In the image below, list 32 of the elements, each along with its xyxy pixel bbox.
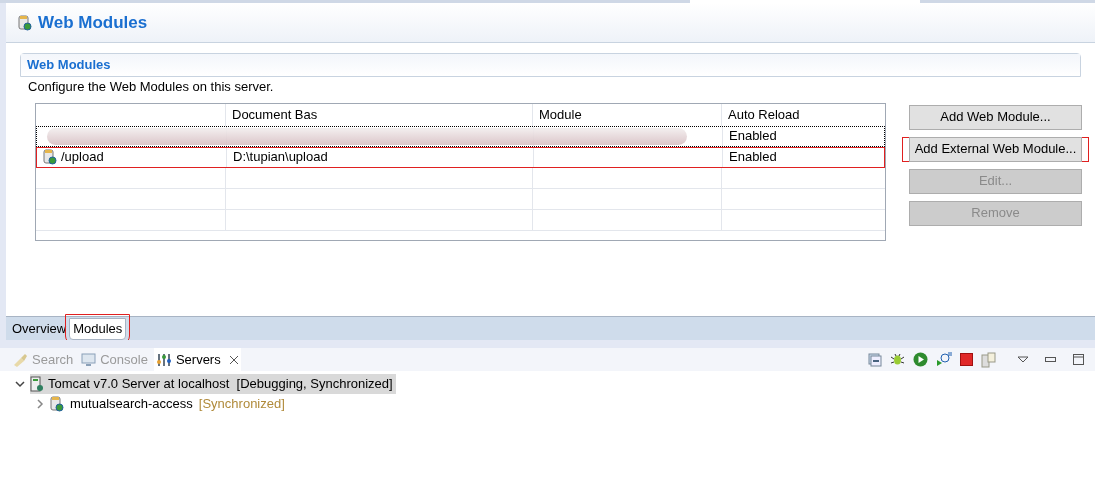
table-row[interactable]: Enabled xyxy=(36,125,885,147)
table-cell-text: Enabled xyxy=(729,127,777,146)
action-button[interactable]: Add Web Module... xyxy=(909,104,1082,130)
module-icon xyxy=(18,14,32,31)
collapse-icon[interactable] xyxy=(868,352,882,367)
column-header[interactable]: Module xyxy=(533,103,722,126)
table-cell-text: D:\tupian\upload xyxy=(233,148,328,167)
close-icon[interactable] xyxy=(228,354,239,365)
action-button[interactable]: Add External Web Module... xyxy=(909,136,1082,162)
editor-tab[interactable]: Overview xyxy=(9,318,70,340)
bug-icon[interactable] xyxy=(890,352,905,367)
servers-icon xyxy=(155,352,172,367)
maximize-icon[interactable] xyxy=(1073,353,1085,366)
column-header[interactable]: Document Bas xyxy=(226,103,533,126)
editor-title: Web Modules xyxy=(38,11,148,34)
table-cell-text: Enabled xyxy=(729,148,777,167)
module-icon xyxy=(43,149,57,165)
monitor-icon xyxy=(81,352,97,367)
table-cell-text: /upload xyxy=(61,148,104,167)
minimize-icon[interactable] xyxy=(1045,356,1057,363)
run-icon[interactable] xyxy=(913,352,928,367)
chevron-icon[interactable] xyxy=(14,378,26,390)
server-icon xyxy=(30,376,44,392)
section-title: Web Modules xyxy=(27,56,111,75)
column-header[interactable]: Auto Reload xyxy=(722,103,885,126)
module-icon xyxy=(50,396,64,412)
view-tab[interactable]: Servers xyxy=(153,348,241,371)
tree-item[interactable]: mutualsearch-access [Synchronized] xyxy=(50,394,285,414)
view-menu-icon[interactable] xyxy=(1017,355,1029,364)
section-description: Configure the Web Modules on this server. xyxy=(28,79,274,94)
tree-item[interactable]: Tomcat v7.0 Server at localhost [Debugging, Synchronized] xyxy=(30,374,396,394)
table-row[interactable]: /upload D:\tupian\upload Enabled xyxy=(36,146,885,168)
